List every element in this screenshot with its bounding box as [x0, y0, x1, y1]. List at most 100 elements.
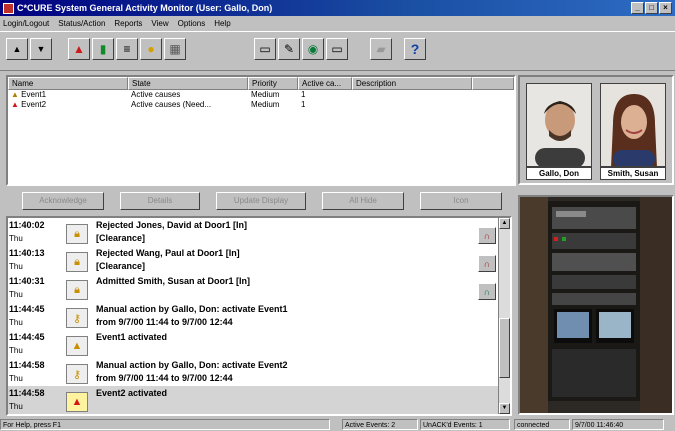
log-time: 11:40:02 — [9, 220, 45, 230]
card-reader-icon: ▭ — [331, 42, 343, 56]
status-bar: For Help, press F1 Active Events: 2 UnAC… — [0, 419, 675, 431]
log-time: 11:40:13 — [9, 248, 45, 258]
door-icon: ▮ — [99, 42, 107, 56]
cardholder-photo — [600, 83, 666, 167]
door-unlock-button[interactable]: ∩ — [478, 255, 496, 272]
log-row[interactable]: 11:44:45 Thu ▲ Event1 activated — [8, 330, 502, 361]
door-button[interactable]: ▮ — [92, 38, 114, 60]
idea-button[interactable]: ● — [140, 38, 162, 60]
event-active-causes: 1 — [301, 90, 306, 99]
log-detail: from 9/7/00 11:44 to 9/7/00 12:44 — [96, 317, 233, 327]
log-day: Thu — [9, 374, 23, 383]
menu-status-action[interactable]: Status/Action — [58, 19, 105, 28]
log-row[interactable]: 11:44:58 Thu ⚷ Manual action by Gallo, D… — [8, 358, 502, 389]
menu-options[interactable]: Options — [178, 19, 206, 28]
log-message: Rejected Jones, David at Door1 [In] — [96, 220, 248, 230]
menu-view[interactable]: View — [151, 19, 168, 28]
window-title: C*CURE System General Activity Monitor (… — [17, 3, 273, 13]
menu-login-logout[interactable]: Login/Logout — [3, 19, 49, 28]
alarm-button[interactable]: ▲ — [68, 38, 90, 60]
scroll-thumb[interactable] — [499, 318, 510, 378]
cardholder-name: Smith, Susan — [600, 167, 666, 180]
column-active-causes[interactable]: Active ca... — [298, 77, 352, 90]
maximize-button[interactable]: □ — [645, 2, 658, 14]
log-row-selected[interactable]: 11:44:58 Thu ▲ Event2 activated — [8, 386, 502, 414]
log-detail: [Clearance] — [96, 233, 146, 243]
update-display-button[interactable]: Update Display — [216, 192, 306, 210]
activity-log: 11:40:02 Thu 🔒︎ Rejected Jones, David at… — [6, 216, 512, 416]
minimize-button[interactable]: _ — [631, 2, 644, 14]
event-row[interactable]: ▲ Event1 Active causes Medium 1 — [8, 90, 514, 100]
arrow-down-icon: ▼ — [36, 44, 46, 54]
action-button-row: Acknowledge Details Update Display All H… — [8, 192, 508, 212]
door-icon: ∩ — [483, 286, 491, 297]
event-description — [352, 90, 472, 100]
event-name: Event1 — [21, 90, 47, 99]
event-lock-icon: ▲ — [11, 90, 19, 99]
door-open-button[interactable]: ∩ — [478, 283, 496, 300]
all-hide-button[interactable]: All Hide — [322, 192, 404, 210]
event-state: Active causes (Need... — [131, 100, 212, 109]
card-button[interactable]: ▭ — [326, 38, 348, 60]
lock-icon: 🔒︎ — [66, 224, 88, 244]
event-row[interactable]: ▲ Event2 Active causes (Need... Medium 1 — [8, 100, 514, 110]
log-row[interactable]: 11:40:13 Thu 🔒︎ Rejected Wang, Paul at D… — [8, 246, 502, 277]
list-button[interactable]: ≡ — [116, 38, 138, 60]
column-name[interactable]: Name — [8, 77, 128, 90]
door-icon: ∩ — [483, 258, 491, 269]
log-day: Thu — [9, 262, 23, 271]
log-detail: from 9/7/00 11:44 to 9/7/00 12:44 — [96, 373, 233, 383]
event-active-causes: 1 — [301, 100, 306, 109]
scroll-up-arrow-icon[interactable]: ▲ — [499, 218, 510, 229]
log-day: Thu — [9, 290, 23, 299]
log-detail: [Clearance] — [96, 261, 146, 271]
status-datetime: 9/7/00 11:46:40 — [572, 419, 664, 430]
menu-reports[interactable]: Reports — [114, 19, 142, 28]
connection-status: connected — [514, 419, 570, 430]
door-unlock-button[interactable]: ∩ — [478, 227, 496, 244]
lock-icon: 🔒︎ — [66, 252, 88, 272]
photo-panel: Gallo, Don Smith, Susan — [518, 75, 674, 185]
acknowledge-button[interactable]: Acknowledge — [22, 192, 104, 210]
help-button[interactable]: ? — [404, 38, 426, 60]
column-priority[interactable]: Priority — [248, 77, 298, 90]
person-photo-icon — [527, 84, 591, 166]
scroll-up-button[interactable]: ▲ — [6, 38, 28, 60]
title-bar: C*CURE System General Activity Monitor (… — [0, 0, 675, 16]
log-row[interactable]: 11:40:02 Thu 🔒︎ Rejected Jones, David at… — [8, 218, 502, 249]
disabled-tool-button[interactable]: ▰ — [370, 38, 392, 60]
column-state[interactable]: State — [128, 77, 248, 90]
log-message: Manual action by Gallo, Don: activate Ev… — [96, 360, 288, 370]
menu-help[interactable]: Help — [214, 19, 230, 28]
unacked-events-count: UnACK'd Events: 1 — [420, 419, 510, 430]
globe-icon: ◉ — [307, 42, 319, 56]
details-button[interactable]: Details — [120, 192, 200, 210]
list-icon: ≡ — [123, 42, 131, 56]
close-button[interactable]: × — [659, 2, 672, 14]
log-row[interactable]: 11:44:45 Thu ⚷ Manual action by Gallo, D… — [8, 302, 502, 333]
globe-button[interactable]: ◉ — [302, 38, 324, 60]
events-list: Name State Priority Active ca... Descrip… — [6, 75, 516, 186]
event-priority: Medium — [251, 90, 280, 99]
log-day: Thu — [9, 318, 23, 327]
app-icon — [3, 2, 14, 14]
edit-button[interactable]: ✎ — [278, 38, 300, 60]
lightbulb-icon: ● — [147, 42, 155, 56]
camera-image — [520, 197, 672, 413]
log-row[interactable]: 11:40:31 Thu 🔒︎ Admitted Smith, Susan at… — [8, 274, 502, 305]
menu-bar: Login/Logout Status/Action Reports View … — [0, 16, 675, 30]
monitor-button[interactable]: ▭ — [254, 38, 276, 60]
log-message: Admitted Smith, Susan at Door1 [In] — [96, 276, 251, 286]
event-description — [352, 100, 472, 110]
log-scrollbar[interactable]: ▲ ▼ — [498, 218, 510, 414]
alarm-triangle-icon: ▲ — [66, 392, 88, 412]
scroll-down-button[interactable]: ▼ — [30, 38, 52, 60]
scroll-down-arrow-icon[interactable]: ▼ — [499, 403, 510, 414]
log-time: 11:44:58 — [9, 388, 45, 398]
icon-button[interactable]: Icon — [420, 192, 502, 210]
graphics-button[interactable]: ▦ — [164, 38, 186, 60]
monitor-icon: ▭ — [259, 42, 271, 56]
event-icon: ▲ — [66, 336, 88, 356]
help-icon: ? — [410, 41, 420, 57]
column-description[interactable]: Description — [352, 77, 472, 90]
